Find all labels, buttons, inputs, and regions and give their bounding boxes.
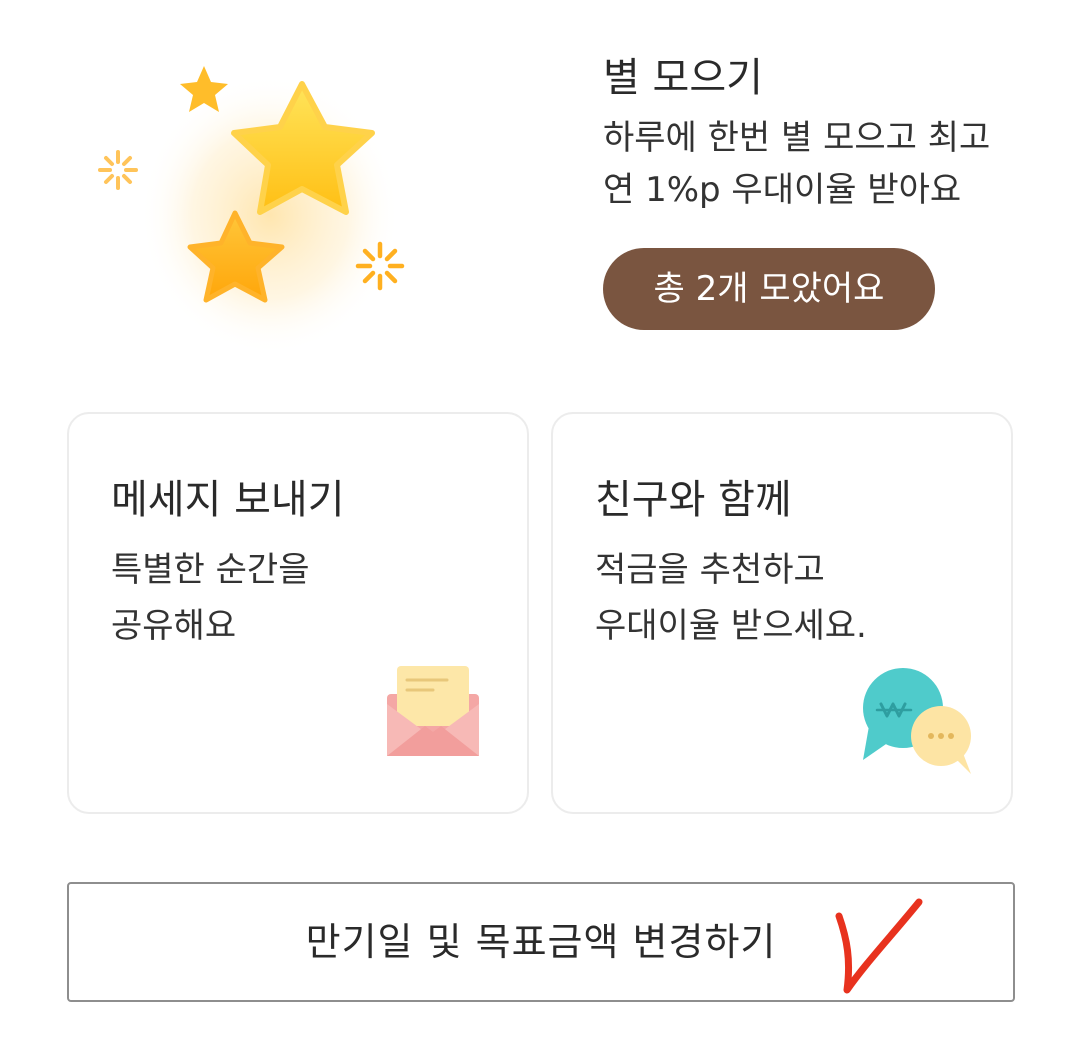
star-count-button[interactable]: 총 2개 모았어요 <box>603 248 935 330</box>
star-collect-description: 하루에 한번 별 모으고 최고 연 1%p 우대이율 받아요 <box>603 118 991 210</box>
star-collect-text: 별 모으기 하루에 한번 별 모으고 최고 연 1%p 우대이율 받아요 <box>603 50 1043 216</box>
invite-friend-title: 친구와 함께 <box>595 477 792 523</box>
send-message-description: 특별한 순간을 공유해요 <box>111 550 310 646</box>
star-collect-title: 별 모으기 <box>603 55 763 101</box>
invite-friend-card[interactable]: 친구와 함께 적금을 추천하고 우대이율 받으세요. <box>551 412 1013 814</box>
stars-icon <box>98 66 405 355</box>
star-collect-section: 별 모으기 하루에 한번 별 모으고 최고 연 1%p 우대이율 받아요 총 2… <box>0 0 1080 380</box>
send-message-card[interactable]: 메세지 보내기 특별한 순간을 공유해요 <box>67 412 529 814</box>
send-message-title: 메세지 보내기 <box>111 477 345 523</box>
chat-bubbles-icon <box>863 668 971 774</box>
invite-friend-description: 적금을 추천하고 우대이율 받으세요. <box>595 550 867 646</box>
red-checkmark-icon <box>835 898 923 994</box>
envelope-icon <box>387 666 479 756</box>
change-maturity-target-button[interactable]: 만기일 및 목표금액 변경하기 <box>67 882 1015 1002</box>
